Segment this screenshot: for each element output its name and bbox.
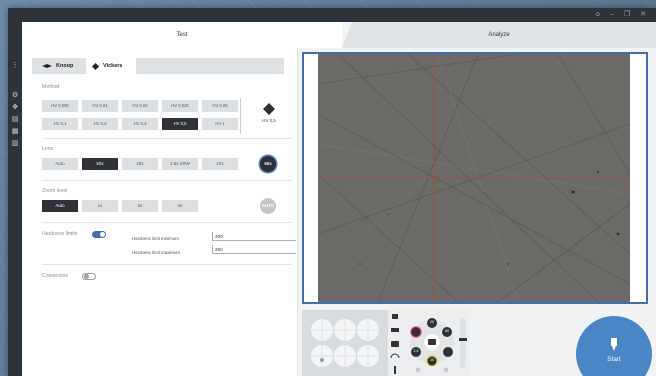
maximize-icon[interactable]: ❐	[624, 10, 630, 20]
method-button-hv-0005[interactable]: HV 0,005	[42, 100, 78, 112]
conversion-toggle[interactable]	[82, 273, 96, 280]
lens-label: Lens	[42, 146, 54, 152]
zoom-button-4x[interactable]: 4x	[162, 200, 198, 212]
lens-button-auto[interactable]: Auto	[42, 158, 78, 170]
hardness-limits-label: Hardness limits	[42, 231, 78, 237]
start-button[interactable]: Start	[576, 316, 652, 376]
overview-positions	[310, 318, 380, 368]
camera-panel: 20 50 2.5 10 Start	[298, 48, 656, 376]
tools-column	[388, 310, 402, 376]
tab-knoop-label: Knoop	[56, 63, 74, 69]
main-tabs: Test Analyze	[22, 22, 656, 48]
current-lens-indicator[interactable]: 50x	[260, 156, 276, 172]
method-button-hv-01[interactable]: HV 0,1	[42, 118, 78, 130]
tab-test-label: Test	[176, 32, 188, 38]
camera-icon	[391, 341, 399, 347]
move-icon[interactable]: ✥	[11, 104, 19, 112]
rotate-icon	[390, 353, 400, 359]
vickers-diamond-icon	[92, 62, 99, 70]
method-scrollbar[interactable]	[240, 98, 241, 134]
divider	[42, 222, 292, 223]
specimen-image[interactable]	[318, 54, 630, 302]
method-button-hv-03[interactable]: HV 0,3	[122, 118, 158, 130]
close-icon[interactable]: ✕	[640, 10, 646, 20]
tab-analyze[interactable]: Analyze	[342, 22, 656, 48]
knoop-indenter-icon	[42, 64, 52, 68]
overview-grid[interactable]	[302, 310, 388, 376]
dial-label-top[interactable]: 20	[427, 320, 437, 324]
lens-button-50x[interactable]: 50x	[82, 158, 118, 170]
tab-vickers[interactable]: Vickers	[86, 58, 136, 74]
tool-icons	[390, 314, 400, 374]
indenter-icon	[611, 338, 617, 351]
stage-tool-icon	[391, 328, 399, 332]
method-button-hv-1[interactable]: HV 1	[202, 118, 238, 130]
dial-label-bottom[interactable]: 10	[427, 358, 437, 362]
method-button-hv-001[interactable]: HV 0,01	[82, 100, 118, 112]
method-tabs: Knoop Vickers	[32, 58, 284, 74]
lens-button-2-5x-nrw[interactable]: 2.5x nRW	[162, 158, 198, 170]
hardness-min-label: Hardness limit minimum	[132, 236, 179, 241]
settings-icon[interactable]: ⚙	[11, 92, 19, 100]
method-button-hv-05[interactable]: HV 0,5	[162, 118, 198, 130]
zoom-button-auto[interactable]: Auto	[42, 200, 78, 212]
start-button-label: Start	[607, 356, 621, 363]
divider	[42, 138, 292, 139]
report-icon[interactable]: ▦	[11, 128, 19, 136]
hardness-max-input[interactable]: 250	[212, 245, 296, 254]
turret-dial[interactable]: 20 50 2.5 10	[402, 310, 470, 376]
method-button-hv-02[interactable]: HV 0,2	[82, 118, 118, 130]
live-image-viewer[interactable]	[302, 52, 648, 304]
chart-icon[interactable]: ▥	[11, 140, 19, 148]
height-tool-icon	[394, 366, 396, 374]
current-method-value: HV 0,5	[262, 118, 276, 123]
dial-label-right-top[interactable]: 50	[442, 329, 452, 333]
hardness-limits-toggle[interactable]	[92, 231, 106, 238]
current-zoom-indicator[interactable]: AUTO	[260, 198, 276, 214]
hardness-max-label: Hardness limit maximum	[132, 250, 181, 255]
divider	[42, 180, 292, 181]
method-button-hv-0025[interactable]: HV 0,025	[162, 100, 198, 112]
minimize-icon[interactable]: –	[610, 10, 614, 20]
left-rail: ⋮ ⚙ ✥ ▤ ▦ ▥	[8, 22, 22, 376]
focus-slider-handle	[459, 338, 467, 341]
zoom-button-1x[interactable]: 1x	[82, 200, 118, 212]
tab-analyze-label: Analyze	[488, 32, 510, 38]
method-button-hv-005[interactable]: HV 0,05	[202, 100, 238, 112]
lens-button-10x[interactable]: 10x	[202, 158, 238, 170]
divider	[42, 264, 292, 265]
tab-test[interactable]: Test	[22, 22, 342, 48]
camera-center-icon	[428, 339, 436, 345]
tab-knoop[interactable]: Knoop	[36, 58, 84, 74]
method-label: Method	[42, 84, 60, 90]
indenter-tool-icon	[392, 314, 398, 319]
document-icon[interactable]: ▤	[11, 116, 19, 124]
zoom-level-label: Zoom level	[42, 188, 68, 194]
method-button-hv-002[interactable]: HV 0,02	[122, 100, 158, 112]
settings-panel: Knoop Vickers Method HV 0,005 HV 0,01 HV…	[22, 48, 298, 376]
tab-vickers-label: Vickers	[103, 63, 123, 69]
title-bar: ᴑ – ❐ ✕	[8, 8, 656, 22]
specimen-surface	[318, 54, 630, 302]
hardness-min-input[interactable]: 200	[212, 232, 296, 241]
lens-button-20x[interactable]: 20x	[122, 158, 158, 170]
menu-icon[interactable]: ⋮	[11, 62, 19, 70]
app-window: ᴑ – ❐ ✕ ⋮ ⚙ ✥ ▤ ▦ ▥ Test Analyze Knoop V…	[8, 8, 656, 376]
dial-label-left-bottom[interactable]: 2.5	[411, 349, 421, 353]
current-method-diamond-icon	[263, 103, 275, 115]
zoom-button-2x[interactable]: 2x	[122, 200, 158, 212]
help-icon[interactable]: ᴑ	[596, 10, 600, 20]
conversion-label: Conversion	[42, 273, 69, 279]
